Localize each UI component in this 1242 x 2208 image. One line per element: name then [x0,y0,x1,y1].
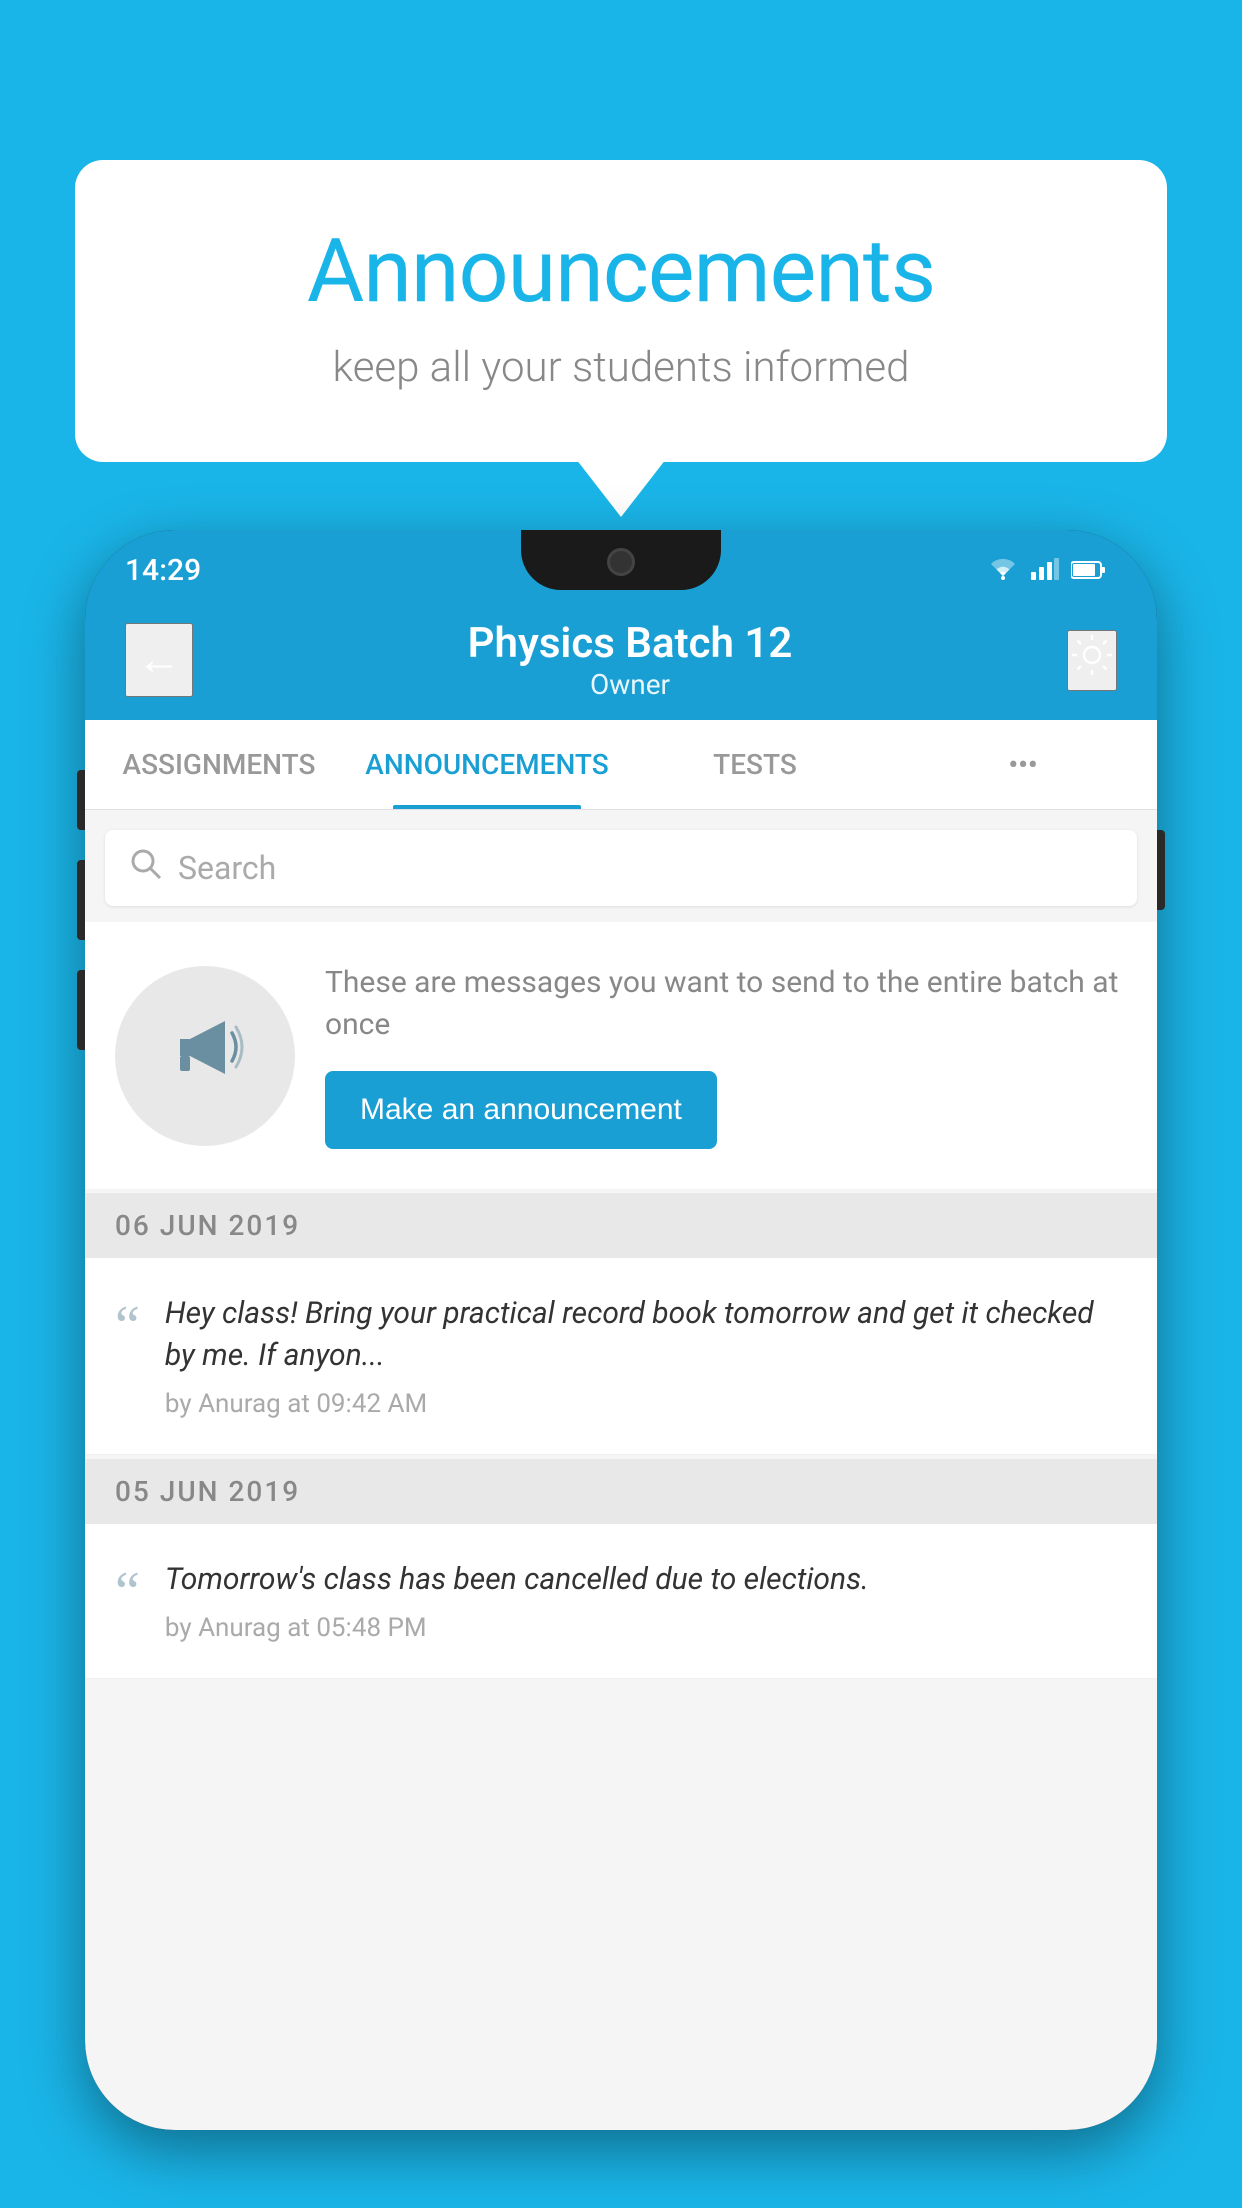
promo-description: These are messages you want to send to t… [325,962,1127,1046]
announcement-text-1: Hey class! Bring your practical record b… [165,1293,1127,1419]
volume-down-button [77,860,85,940]
promo-text-area: These are messages you want to send to t… [325,962,1127,1149]
announcement-message-1: Hey class! Bring your practical record b… [165,1293,1127,1377]
volume-up-button [77,770,85,830]
announcement-message-2: Tomorrow's class has been cancelled due … [165,1559,1127,1601]
search-bar[interactable]: Search [105,830,1137,906]
announcement-item-1[interactable]: “ Hey class! Bring your practical record… [85,1258,1157,1455]
make-announcement-button[interactable]: Make an announcement [325,1071,717,1149]
silent-button [77,970,85,1050]
promo-card: These are messages you want to send to t… [85,922,1157,1189]
search-icon [130,848,162,888]
tab-announcements[interactable]: ANNOUNCEMENTS [353,720,621,809]
megaphone-circle [115,966,295,1146]
date-separator-2: 05 JUN 2019 [85,1459,1157,1524]
batch-title: Physics Batch 12 [193,619,1067,668]
tab-tests[interactable]: TESTS [621,720,889,809]
phone-notch [521,530,721,590]
power-button [1157,830,1165,910]
speech-bubble-title: Announcements [155,220,1087,323]
quote-icon-1: “ [115,1298,140,1354]
announcement-item-2[interactable]: “ Tomorrow's class has been cancelled du… [85,1524,1157,1679]
tabs-container: ASSIGNMENTS ANNOUNCEMENTS TESTS ••• [85,720,1157,810]
phone-content: Search [85,810,1157,2130]
phone-frame: 14:29 [85,530,1157,2130]
quote-icon-2: “ [115,1564,140,1620]
settings-button[interactable] [1067,630,1117,691]
phone-container: 14:29 [85,530,1157,2208]
app-bar: ← Physics Batch 12 Owner [85,600,1157,720]
announcement-meta-1: by Anurag at 09:42 AM [165,1389,1127,1419]
wifi-icon [987,554,1019,587]
status-time: 14:29 [125,553,201,588]
speech-bubble-container: Announcements keep all your students inf… [75,160,1167,462]
search-placeholder: Search [178,849,276,887]
user-role: Owner [193,668,1067,701]
megaphone-icon [160,1001,250,1111]
announcement-text-2: Tomorrow's class has been cancelled due … [165,1559,1127,1643]
speech-bubble: Announcements keep all your students inf… [75,160,1167,462]
tab-more[interactable]: ••• [889,720,1157,809]
camera [607,548,635,576]
status-icons [987,554,1107,587]
signal-icon [1031,554,1059,587]
back-button[interactable]: ← [125,623,193,697]
app-bar-center: Physics Batch 12 Owner [193,619,1067,701]
battery-icon [1071,554,1107,587]
announcement-meta-2: by Anurag at 05:48 PM [165,1613,1127,1643]
tab-assignments[interactable]: ASSIGNMENTS [85,720,353,809]
date-separator-1: 06 JUN 2019 [85,1193,1157,1258]
speech-bubble-subtitle: keep all your students informed [155,343,1087,392]
